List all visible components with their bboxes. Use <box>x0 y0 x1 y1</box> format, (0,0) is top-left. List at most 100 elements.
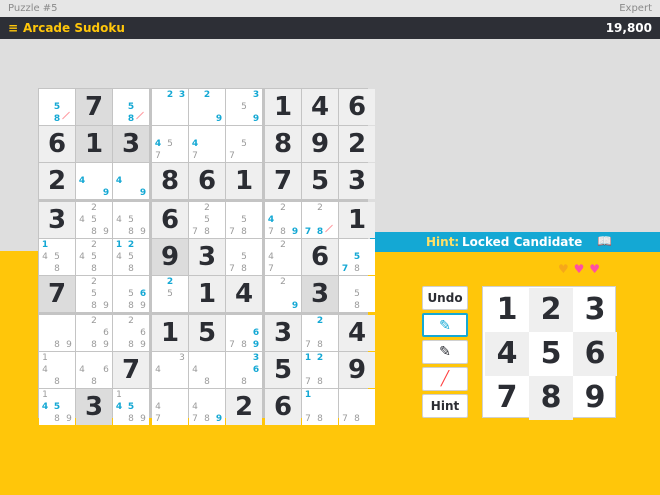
grid-cell[interactable]: 5 <box>189 315 225 351</box>
grid-cell[interactable]: 3 <box>339 163 375 199</box>
grid-cell[interactable]: 47 <box>152 389 188 425</box>
grid-cell[interactable]: 2 78 <box>302 202 338 238</box>
grid-cell[interactable]: 6 <box>265 389 301 425</box>
grid-cell[interactable]: 2 78 <box>302 315 338 351</box>
grid-cell[interactable]: 29 <box>189 89 225 125</box>
grid-cell[interactable]: 3 <box>189 239 225 275</box>
grid-cell[interactable]: 6 <box>152 202 188 238</box>
grid-cell[interactable]: 58 <box>113 89 149 125</box>
grid-cell[interactable]: 49 <box>113 163 149 199</box>
hint-banner[interactable]: Hint: Locked Candidate 📖 <box>370 232 660 252</box>
number-button-5[interactable]: 5 <box>529 332 573 376</box>
grid-cell[interactable]: 2689 <box>76 315 112 351</box>
grid-cell[interactable]: 58 <box>39 89 75 125</box>
grid-cell[interactable]: 1 48 <box>39 352 75 388</box>
grid-cell[interactable]: 58 <box>339 276 375 312</box>
grid-cell[interactable]: 2 578 <box>189 202 225 238</box>
grid-cell[interactable]: 578 <box>339 239 375 275</box>
grid-cell[interactable]: 359 <box>226 89 262 125</box>
number-button-3[interactable]: 3 <box>573 288 617 332</box>
grid-cell[interactable]: 45 89 <box>113 202 149 238</box>
grid-cell[interactable]: 1 <box>76 126 112 162</box>
number-button-8[interactable]: 8 <box>529 376 573 420</box>
sudoku-grid[interactable]: 5875823293591466134574757892249498617533… <box>38 88 375 425</box>
number-button-6[interactable]: 6 <box>573 332 617 376</box>
grid-cell[interactable]: 3 <box>302 276 338 312</box>
grid-cell[interactable]: 578 <box>226 202 262 238</box>
grid-cell[interactable]: 7 <box>265 163 301 199</box>
grid-cell[interactable]: 1 <box>189 276 225 312</box>
grid-cell[interactable]: 24 789 <box>265 202 301 238</box>
candidate: 5 <box>241 139 247 149</box>
grid-cell[interactable]: 4 <box>302 89 338 125</box>
grid-cell[interactable]: 3 <box>39 202 75 238</box>
number-button-1[interactable]: 1 <box>485 288 529 332</box>
undo-button[interactable]: Undo <box>422 286 468 310</box>
grid-cell[interactable]: 9 <box>152 239 188 275</box>
grid-cell[interactable]: 245 8 <box>76 239 112 275</box>
grid-cell[interactable]: 6 789 <box>226 315 262 351</box>
grid-cell[interactable]: 1 <box>226 163 262 199</box>
pencil-mode-button[interactable]: ✎ <box>422 313 468 337</box>
grid-cell[interactable]: 5689 <box>113 276 149 312</box>
grid-cell[interactable]: 6 <box>302 239 338 275</box>
grid-cell[interactable]: 1 45 8 <box>39 239 75 275</box>
grid-cell[interactable]: 25 <box>152 276 188 312</box>
erase-button[interactable]: ╱ <box>422 367 468 391</box>
grid-cell[interactable]: 6 <box>189 163 225 199</box>
grid-cell[interactable]: 4 <box>339 315 375 351</box>
grid-cell[interactable]: 2689 <box>113 315 149 351</box>
grid-cell[interactable]: 34 <box>152 352 188 388</box>
number-button-7[interactable]: 7 <box>485 376 529 420</box>
grid-cell[interactable]: 24 7 <box>265 239 301 275</box>
grid-cell[interactable]: 1 45 89 <box>113 389 149 425</box>
number-button-9[interactable]: 9 <box>573 376 617 420</box>
grid-cell[interactable]: 23 <box>152 89 188 125</box>
grid-cell[interactable]: 2 <box>339 126 375 162</box>
grid-cell[interactable]: 578 <box>226 239 262 275</box>
book-icon[interactable]: 📖 <box>597 234 612 248</box>
grid-cell[interactable]: 1 78 <box>302 389 338 425</box>
grid-cell[interactable]: 4 68 <box>76 352 112 388</box>
grid-cell[interactable]: 4 789 <box>189 389 225 425</box>
grid-cell[interactable]: 1 45 89 <box>39 389 75 425</box>
grid-cell[interactable]: 48 <box>189 352 225 388</box>
grid-cell[interactable]: 3 <box>113 126 149 162</box>
menu-icon[interactable]: ≡ <box>8 21 18 35</box>
grid-cell[interactable]: 2 5 89 <box>76 276 112 312</box>
grid-cell[interactable]: 78 <box>339 389 375 425</box>
grid-cell[interactable]: 1245 8 <box>113 239 149 275</box>
grid-cell[interactable]: 1 <box>265 89 301 125</box>
hint-button[interactable]: Hint <box>422 394 468 418</box>
number-button-2[interactable]: 2 <box>529 288 573 332</box>
grid-cell[interactable]: 8 <box>265 126 301 162</box>
grid-cell[interactable]: 6 <box>39 126 75 162</box>
grid-cell[interactable]: 29 <box>265 276 301 312</box>
grid-cell[interactable]: 457 <box>152 126 188 162</box>
grid-cell[interactable]: 4 <box>226 276 262 312</box>
grid-cell[interactable]: 5 <box>302 163 338 199</box>
grid-cell[interactable]: 1 <box>339 202 375 238</box>
grid-cell[interactable]: 7 <box>76 89 112 125</box>
grid-cell[interactable]: 12 78 <box>302 352 338 388</box>
grid-cell[interactable]: 3 68 <box>226 352 262 388</box>
grid-cell[interactable]: 7 <box>39 276 75 312</box>
grid-cell[interactable]: 3 <box>265 315 301 351</box>
grid-cell[interactable]: 47 <box>189 126 225 162</box>
grid-cell[interactable]: 2 <box>39 163 75 199</box>
grid-cell[interactable]: 89 <box>39 315 75 351</box>
grid-cell[interactable]: 9 <box>339 352 375 388</box>
grid-cell[interactable]: 1 <box>152 315 188 351</box>
number-button-4[interactable]: 4 <box>485 332 529 376</box>
grid-cell[interactable]: 3 <box>76 389 112 425</box>
grid-cell[interactable]: 7 <box>113 352 149 388</box>
grid-cell[interactable]: 6 <box>339 89 375 125</box>
grid-cell[interactable]: 9 <box>302 126 338 162</box>
grid-cell[interactable]: 2 <box>226 389 262 425</box>
grid-cell[interactable]: 5 <box>265 352 301 388</box>
grid-cell[interactable]: 49 <box>76 163 112 199</box>
grid-cell[interactable]: 57 <box>226 126 262 162</box>
grid-cell[interactable]: 245 89 <box>76 202 112 238</box>
grid-cell[interactable]: 8 <box>152 163 188 199</box>
pen-mode-button[interactable]: ✎ <box>422 340 468 364</box>
